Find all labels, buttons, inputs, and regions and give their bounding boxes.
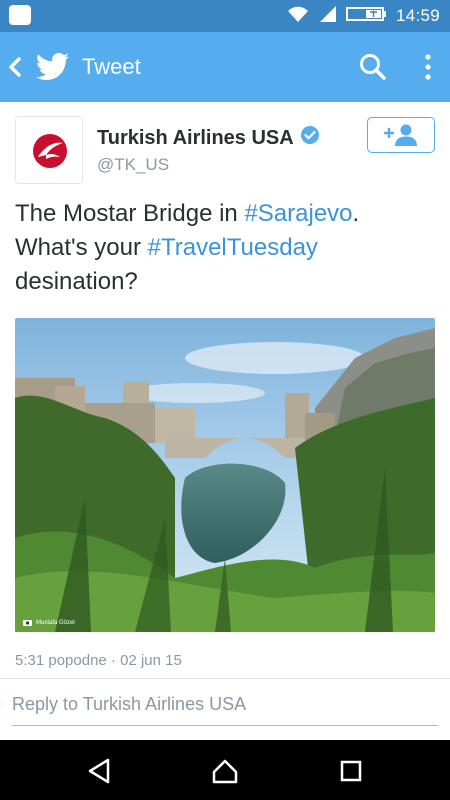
- search-icon[interactable]: [358, 52, 388, 82]
- turkish-airlines-logo-icon: [16, 117, 82, 183]
- photo-credit-text: Mustafa Gözel: [36, 619, 75, 626]
- nav-recents-icon[interactable]: [336, 756, 366, 786]
- app-bar-title: Tweet: [82, 54, 141, 79]
- author-handle[interactable]: @TK_US: [97, 155, 169, 175]
- twitter-bird-icon[interactable]: [35, 52, 70, 82]
- author-name[interactable]: Turkish Airlines USA: [97, 125, 320, 151]
- tweet-text-part: desination?: [15, 268, 138, 295]
- navigation-bar: [0, 740, 450, 800]
- hashtag-link[interactable]: #TravelTuesday: [148, 234, 318, 261]
- status-bar: 14:59: [0, 0, 450, 32]
- nav-home-icon[interactable]: [210, 756, 240, 786]
- status-time: 14:59: [395, 6, 440, 25]
- tweet-text: The Mostar Bridge in #Sarajevo. What's y…: [15, 197, 440, 299]
- tweet-timestamp: 5:31 popodne · 02 jun 15: [15, 652, 182, 669]
- avatar[interactable]: [15, 116, 83, 184]
- nav-back-icon[interactable]: [84, 756, 114, 786]
- photo-credit: Mustafa Gözel: [23, 619, 75, 626]
- signal-icon: [318, 4, 338, 29]
- tweet-text-part: What's your: [15, 234, 148, 261]
- tweet-photo[interactable]: Mustafa Gözel: [15, 318, 435, 632]
- mostar-bridge-photo: [15, 318, 435, 632]
- battery-icon: [345, 6, 388, 27]
- tweet-text-part: .: [352, 200, 360, 227]
- reply-underline: [12, 725, 438, 726]
- author-name-text: Turkish Airlines USA: [97, 126, 294, 149]
- tweet-text-part: The Mostar Bridge in: [15, 200, 245, 227]
- overflow-menu-icon[interactable]: [418, 51, 438, 83]
- back-icon[interactable]: [6, 53, 26, 81]
- divider: [0, 678, 450, 679]
- wifi-icon: [286, 4, 310, 29]
- camera-icon: [23, 619, 32, 626]
- add-user-icon: [383, 124, 417, 146]
- reply-input[interactable]: Reply to Turkish Airlines USA: [12, 694, 438, 715]
- app-notification-icon: [8, 4, 32, 26]
- verified-badge-icon: [300, 125, 320, 151]
- hashtag-link[interactable]: #Sarajevo: [244, 200, 352, 227]
- follow-button[interactable]: [367, 117, 435, 153]
- app-bar: Tweet: [0, 32, 450, 102]
